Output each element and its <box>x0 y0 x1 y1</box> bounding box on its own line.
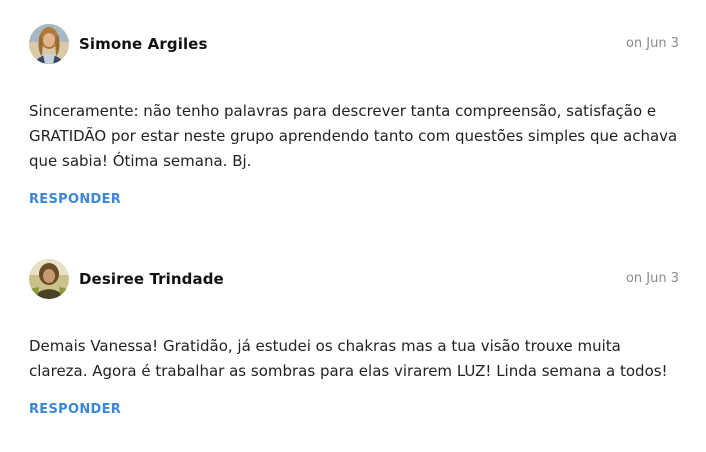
comment-item: Desiree Trindade on Jun 3 Demais Vanessa… <box>29 259 679 417</box>
comment-date: on Jun 3 <box>625 271 679 286</box>
reply-button[interactable]: RESPONDER <box>29 192 121 207</box>
avatar[interactable] <box>29 24 69 64</box>
comment-header: Desiree Trindade on Jun 3 <box>29 259 679 299</box>
comment-header: Simone Argiles on Jun 3 <box>29 24 679 64</box>
comment-text: Sinceramente: não tenho palavras para de… <box>29 102 678 170</box>
comment-date: on Jun 3 <box>625 36 679 51</box>
avatar[interactable] <box>29 259 69 299</box>
comment-item: Simone Argiles on Jun 3 Sinceramente: nã… <box>29 24 679 207</box>
reply-button[interactable]: RESPONDER <box>29 402 121 417</box>
author-name: Desiree Trindade <box>79 270 224 288</box>
avatar-photo-icon <box>29 24 69 64</box>
author-name: Simone Argiles <box>79 35 208 53</box>
comment-text: Demais Vanessa! Gratidão, já estudei os … <box>29 337 668 380</box>
avatar-photo-icon <box>29 259 69 299</box>
